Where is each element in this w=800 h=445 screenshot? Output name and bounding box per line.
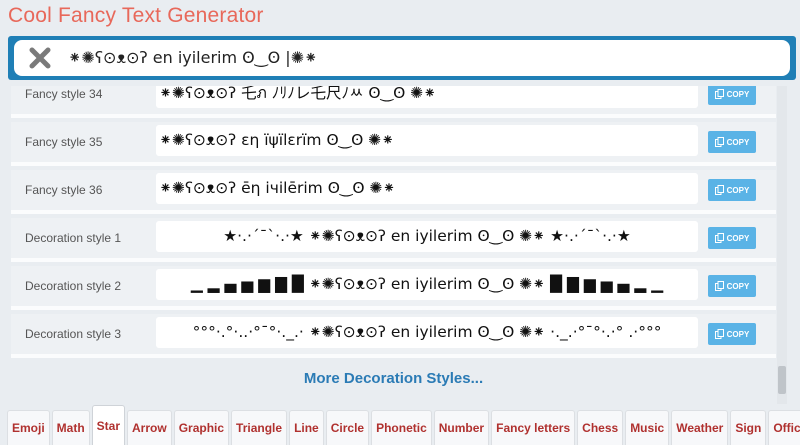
category-tabs: Emoji Math Star Arrow Graphic Triangle L… (7, 405, 800, 445)
search-input[interactable] (68, 48, 790, 68)
copy-label: COPY (726, 329, 750, 339)
style-name: Decoration style 1 (25, 231, 122, 245)
style-name: Fancy style 36 (25, 183, 103, 197)
styled-text[interactable]: ⁕✺ʕ⊙ᴥ⊙ʔ εη ïψïlεrïm ʘ‿ʘ ✺⁕ (156, 125, 698, 156)
copy-button[interactable]: COPY (708, 227, 756, 249)
tab-emoji[interactable]: Emoji (7, 410, 50, 445)
style-name: Fancy style 34 (25, 87, 103, 101)
styled-text[interactable]: °°°·.°·..·°¯°·._.· ⁕✺ʕ⊙ᴥ⊙ʔ en iyilerim ʘ… (156, 317, 698, 348)
tab-graphic[interactable]: Graphic (173, 410, 230, 445)
list-item: Fancy style 35 ⁕✺ʕ⊙ᴥ⊙ʔ εη ïψïlεrïm ʘ‿ʘ ✺… (11, 122, 776, 166)
copy-label: COPY (726, 137, 750, 147)
clear-button[interactable] (26, 44, 54, 72)
copy-label: COPY (726, 233, 750, 243)
scrollbar[interactable] (777, 86, 787, 404)
style-name: Decoration style 3 (25, 327, 122, 341)
list-item: Decoration style 2 ▁ ▂ ▄ ▅ ▆ ▇ █ ⁕✺ʕ⊙ᴥ⊙ʔ… (11, 266, 776, 310)
close-icon (29, 47, 51, 69)
copy-icon (714, 137, 724, 147)
tab-math[interactable]: Math (51, 410, 90, 445)
copy-label: COPY (726, 89, 750, 99)
styled-text[interactable]: ⁕✺ʕ⊙ᴥ⊙ʔ 乇ภ ﾉﾘﾉレ乇尺ﾉﾶ ʘ‿ʘ ✺⁕ (156, 86, 698, 108)
copy-button[interactable]: COPY (708, 86, 756, 105)
copy-button[interactable]: COPY (708, 131, 756, 153)
tab-arrow[interactable]: Arrow (127, 410, 172, 445)
tab-sign[interactable]: Sign (730, 410, 767, 445)
copy-icon (714, 329, 724, 339)
tab-number[interactable]: Number (433, 410, 490, 445)
style-list: Fancy style 34 ⁕✺ʕ⊙ᴥ⊙ʔ 乇ภ ﾉﾘﾉレ乇尺ﾉﾶ ʘ‿ʘ ✺… (11, 86, 776, 404)
tab-circle[interactable]: Circle (325, 410, 370, 445)
tab-office[interactable]: Office (768, 410, 800, 445)
copy-icon (714, 89, 724, 99)
tab-phonetic[interactable]: Phonetic (371, 410, 432, 445)
tab-star[interactable]: Star (91, 405, 126, 445)
style-name: Decoration style 2 (25, 279, 122, 293)
tab-triangle[interactable]: Triangle (231, 410, 288, 445)
copy-icon (714, 281, 724, 291)
copy-button[interactable]: COPY (708, 323, 756, 345)
list-item: Decoration style 1 ★·.·´¯`·.·★ ⁕✺ʕ⊙ᴥ⊙ʔ e… (11, 218, 776, 262)
tab-fancy-letters[interactable]: Fancy letters (491, 410, 576, 445)
tab-line[interactable]: Line (289, 410, 324, 445)
style-name: Fancy style 35 (25, 135, 103, 149)
list-item: Fancy style 34 ⁕✺ʕ⊙ᴥ⊙ʔ 乇ภ ﾉﾘﾉレ乇尺ﾉﾶ ʘ‿ʘ ✺… (11, 86, 776, 118)
scrollbar-thumb[interactable] (778, 366, 786, 394)
tab-weather[interactable]: Weather (671, 410, 729, 445)
copy-icon (714, 233, 724, 243)
list-item: Fancy style 36 ⁕✺ʕ⊙ᴥ⊙ʔ ēη iчilērim ʘ‿ʘ ✺… (11, 170, 776, 214)
more-decoration-styles-link[interactable]: More Decoration Styles... (11, 370, 776, 387)
copy-icon (714, 185, 724, 195)
styled-text[interactable]: ★·.·´¯`·.·★ ⁕✺ʕ⊙ᴥ⊙ʔ en iyilerim ʘ‿ʘ ✺⁕ ★… (156, 221, 698, 252)
tab-music[interactable]: Music (625, 410, 670, 445)
app-title: Cool Fancy Text Generator (8, 4, 264, 27)
styled-text[interactable]: ▁ ▂ ▄ ▅ ▆ ▇ █ ⁕✺ʕ⊙ᴥ⊙ʔ en iyilerim ʘ‿ʘ ✺⁕… (156, 269, 698, 300)
tab-chess[interactable]: Chess (577, 410, 624, 445)
copy-label: COPY (726, 281, 750, 291)
copy-button[interactable]: COPY (708, 179, 756, 201)
copy-button[interactable]: COPY (708, 275, 756, 297)
list-item: Decoration style 3 °°°·.°·..·°¯°·._.· ⁕✺… (11, 314, 776, 358)
search-field-wrapper (14, 40, 790, 76)
copy-label: COPY (726, 185, 750, 195)
search-bar (8, 36, 796, 80)
styled-text[interactable]: ⁕✺ʕ⊙ᴥ⊙ʔ ēη iчilērim ʘ‿ʘ ✺⁕ (156, 173, 698, 204)
